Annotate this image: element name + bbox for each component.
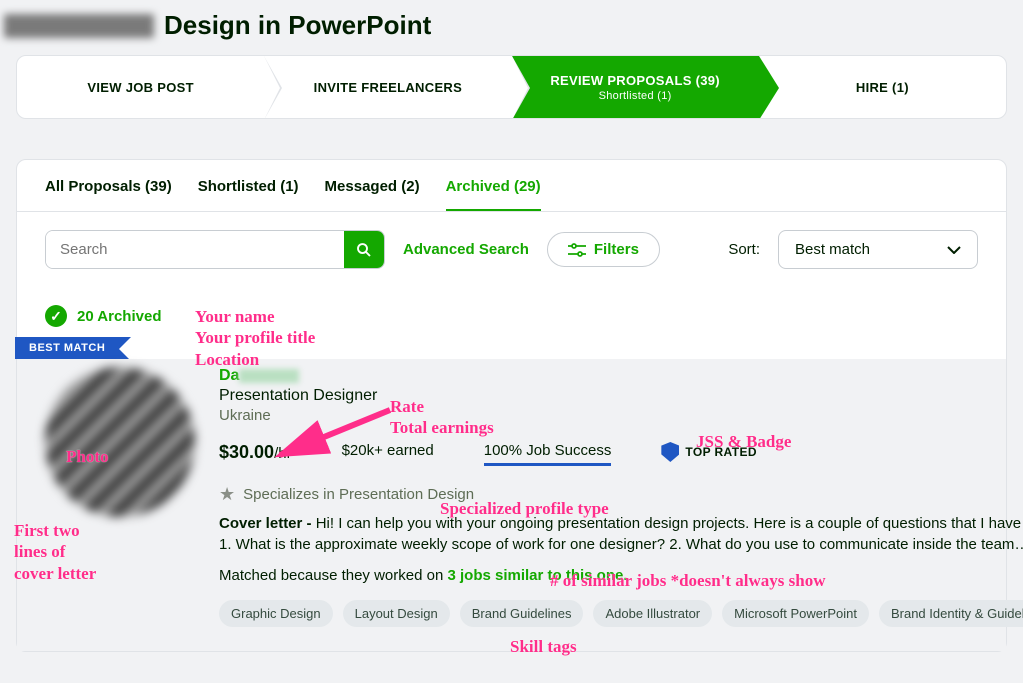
page-title: Design in PowerPoint: [0, 0, 1023, 55]
page-title-suffix: Design in PowerPoint: [164, 10, 431, 41]
search-icon: [355, 241, 373, 259]
skill-tag[interactable]: Brand Guidelines: [460, 600, 584, 627]
profile-title: Presentation Designer: [219, 387, 1023, 405]
progress-stepper: VIEW JOB POST INVITE FREELANCERS REVIEW …: [16, 55, 1007, 119]
check-circle-icon: ✓: [45, 305, 67, 327]
similar-jobs-link[interactable]: 3 jobs similar to this one.: [447, 567, 627, 584]
tab-messaged[interactable]: Messaged (2): [325, 178, 420, 211]
avatar[interactable]: [45, 367, 195, 517]
redacted-title-prefix: [4, 14, 154, 38]
search-input[interactable]: [46, 231, 344, 268]
skill-tag[interactable]: Brand Identity & Guidelines: [879, 600, 1023, 627]
skill-tags: Graphic Design Layout Design Brand Guideli…: [219, 600, 1023, 627]
filters-button[interactable]: Filters: [547, 232, 660, 267]
step-invite[interactable]: INVITE FREELANCERS: [264, 56, 511, 118]
stats-row: $30.00/hr $20k+ earned 100% Job Success …: [219, 442, 1023, 466]
sort-label: Sort:: [728, 241, 760, 258]
search-wrap: [45, 230, 385, 269]
earned: $20k+ earned: [342, 442, 434, 459]
tab-shortlisted[interactable]: Shortlisted (1): [198, 178, 299, 211]
skill-tag[interactable]: Adobe Illustrator: [593, 600, 712, 627]
archived-section-header[interactable]: ✓ 20 Archived: [17, 287, 1006, 337]
search-button[interactable]: [344, 231, 384, 268]
redacted-name: [239, 369, 299, 383]
matched-reason: Matched because they worked on 3 jobs si…: [219, 567, 1023, 584]
location: Ukraine: [219, 407, 1023, 424]
tab-all[interactable]: All Proposals (39): [45, 178, 172, 211]
job-success: 100% Job Success: [484, 442, 612, 466]
chevron-down-icon: [947, 246, 961, 254]
freelancer-name[interactable]: Da: [219, 367, 1023, 385]
skill-tag[interactable]: Microsoft PowerPoint: [722, 600, 869, 627]
sort-select[interactable]: Best match: [778, 230, 978, 269]
rate: $30.00/hr: [219, 442, 292, 463]
search-row: Advanced Search Filters Sort: Best match: [17, 212, 1006, 287]
proposal-tabs: All Proposals (39) Shortlisted (1) Messa…: [17, 160, 1006, 212]
specializes-row: ★ Specializes in Presentation Design: [219, 484, 1023, 505]
sliders-icon: [568, 243, 586, 257]
best-match-ribbon: BEST MATCH: [15, 337, 119, 359]
step-review[interactable]: REVIEW PROPOSALS (39) Shortlisted (1): [512, 56, 759, 118]
step-hire[interactable]: HIRE (1): [759, 56, 1006, 118]
skill-tag[interactable]: Layout Design: [343, 600, 450, 627]
tab-archived[interactable]: Archived (29): [446, 178, 541, 211]
shield-icon: [661, 442, 679, 462]
star-icon: ★: [219, 484, 235, 505]
cover-letter: Cover letter - Hi! I can help you with y…: [219, 513, 1023, 555]
proposal-card[interactable]: Da Presentation Designer Ukraine $30.00/…: [17, 359, 1006, 651]
top-rated-badge: TOP RATED: [661, 442, 757, 462]
skill-tag[interactable]: Graphic Design: [219, 600, 333, 627]
advanced-search-link[interactable]: Advanced Search: [403, 241, 529, 258]
proposals-panel: All Proposals (39) Shortlisted (1) Messa…: [16, 159, 1007, 652]
step-view-job[interactable]: VIEW JOB POST: [17, 56, 264, 118]
